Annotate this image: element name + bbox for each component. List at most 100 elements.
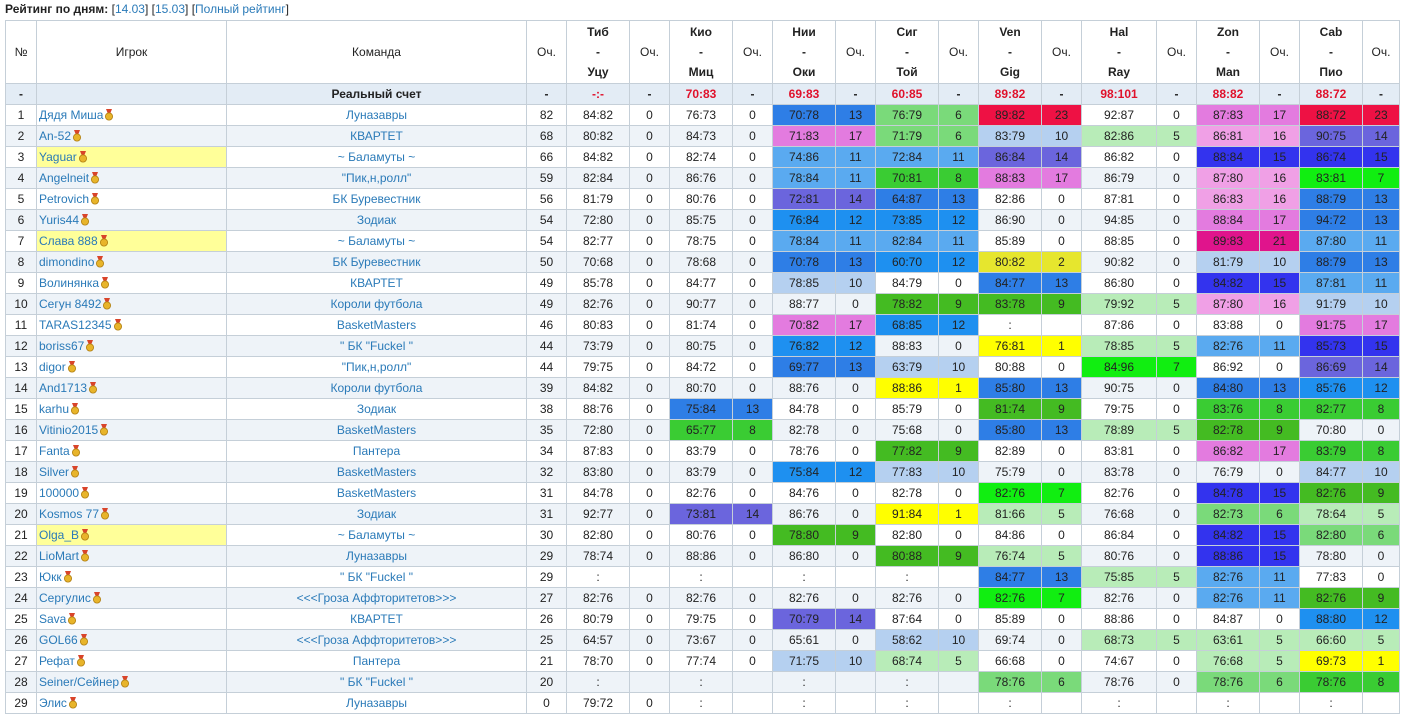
player-cell[interactable]: karhu	[36, 398, 227, 420]
team-name-link[interactable]: "Пик,н,ролл"	[226, 167, 527, 189]
player-name-link[interactable]: Волинянка	[39, 276, 99, 290]
player-name-link[interactable]: 100000	[39, 486, 79, 500]
player-name-link[interactable]: Petrovich	[39, 192, 89, 206]
player-name-link[interactable]: Yuris44	[39, 213, 79, 227]
team-name-link[interactable]: <<<Гроза Аффторитетов>>>	[226, 587, 527, 609]
team-name-link[interactable]: Зодиак	[226, 503, 527, 525]
team-name-link[interactable]: BasketMasters	[226, 461, 527, 483]
player-cell[interactable]: GOL66	[36, 629, 227, 651]
team-name-link[interactable]: " БК "Fuckel "	[226, 671, 527, 693]
player-cell[interactable]: Дядя Миша	[36, 104, 227, 126]
total-points: 30	[526, 524, 567, 546]
player-name-link[interactable]: Элис	[39, 696, 67, 710]
team-name-link[interactable]: ~ Баламуты ~	[226, 524, 527, 546]
player-name-link[interactable]: Kosmos 77	[39, 507, 99, 521]
player-name-link[interactable]: And1713	[39, 381, 87, 395]
player-name-link[interactable]: Vitinio2015	[39, 423, 98, 437]
player-cell[interactable]: Юкк	[36, 566, 227, 588]
player-cell[interactable]: Angelneit	[36, 167, 227, 189]
player-cell[interactable]: Волинянка	[36, 272, 227, 294]
player-cell[interactable]: Yuris44	[36, 209, 227, 231]
player-name-link[interactable]: Юкк	[39, 570, 62, 584]
player-cell[interactable]: 100000	[36, 482, 227, 504]
team-name-link[interactable]: КВАРТЕТ	[226, 125, 527, 147]
player-name-link[interactable]: karhu	[39, 402, 69, 416]
team-name-link[interactable]: Луназавры	[226, 104, 527, 126]
player-name-link[interactable]: TARAS12345	[39, 318, 112, 332]
total-points: 66	[526, 146, 567, 168]
player-cell[interactable]: And1713	[36, 377, 227, 399]
player-name-link[interactable]: Рефат	[39, 654, 75, 668]
player-name-link[interactable]: Seiner/Сейнер	[39, 675, 119, 689]
player-cell[interactable]: Yaguar	[36, 146, 227, 168]
player-name-link[interactable]: Дядя Миша	[39, 108, 103, 122]
prediction-score: 86:76	[669, 167, 733, 189]
player-name-link[interactable]: Сергулис	[39, 591, 91, 605]
player-name-link[interactable]: digor	[39, 360, 66, 374]
team-name-link[interactable]: БК Буревестник	[226, 251, 527, 273]
player-name-link[interactable]: Сегун 8492	[39, 297, 101, 311]
prediction-points: 0	[629, 524, 670, 546]
player-cell[interactable]: Fanta	[36, 440, 227, 462]
player-cell[interactable]: Kosmos 77	[36, 503, 227, 525]
day-link-14-03[interactable]: 14.03	[115, 2, 145, 16]
player-name-link[interactable]: boriss67	[39, 339, 84, 353]
player-cell[interactable]: Petrovich	[36, 188, 227, 210]
player-name-link[interactable]: Silver	[39, 465, 69, 479]
player-cell[interactable]: Olga_B	[36, 524, 227, 546]
medal-icon	[71, 403, 80, 415]
player-cell[interactable]: boriss67	[36, 335, 227, 357]
player-cell[interactable]: Vitinio2015	[36, 419, 227, 441]
player-cell[interactable]: Сегун 8492	[36, 293, 227, 315]
team-name-link[interactable]: Зодиак	[226, 209, 527, 231]
team-name-link[interactable]: Короли футбола	[226, 293, 527, 315]
player-cell[interactable]: TARAS12345	[36, 314, 227, 336]
prediction-score: 84:77	[978, 272, 1042, 294]
player-cell[interactable]: dimondino	[36, 251, 227, 273]
player-name-link[interactable]: LioMart	[39, 549, 79, 563]
team-name-link[interactable]: <<<Гроза Аффторитетов>>>	[226, 629, 527, 651]
player-cell[interactable]: Слава 888	[36, 230, 227, 252]
team-name-link[interactable]: Пантера	[226, 440, 527, 462]
team-name-link[interactable]: " БК "Fuckel "	[226, 335, 527, 357]
team-name-link[interactable]: Луназавры	[226, 692, 527, 714]
player-row: 25 Sava КВАРТЕТ 26 80:79 0 79:75 0 70:79 14 87:64 0…	[5, 608, 1400, 630]
team-name-link[interactable]: Луназавры	[226, 545, 527, 567]
player-name-link[interactable]: dimondino	[39, 255, 94, 269]
prediction-score: 92:87	[1081, 104, 1157, 126]
team-name-link[interactable]: КВАРТЕТ	[226, 608, 527, 630]
player-name-link[interactable]: Слава 888	[39, 234, 98, 248]
player-cell[interactable]: Sava	[36, 608, 227, 630]
player-name-link[interactable]: GOL66	[39, 633, 78, 647]
player-name-link[interactable]: Fanta	[39, 444, 70, 458]
player-cell[interactable]: Сергулис	[36, 587, 227, 609]
team-name-link[interactable]: Пантера	[226, 650, 527, 672]
team-name-link[interactable]: КВАРТЕТ	[226, 272, 527, 294]
team-name-link[interactable]: " БК "Fuckel "	[226, 566, 527, 588]
team-name-link[interactable]: Зодиак	[226, 398, 527, 420]
medal-icon	[92, 592, 101, 604]
player-cell[interactable]: An-52	[36, 125, 227, 147]
team-name-link[interactable]: "Пик,н,ролл"	[226, 356, 527, 378]
player-cell[interactable]: Элис	[36, 692, 227, 714]
player-cell[interactable]: digor	[36, 356, 227, 378]
full-rating-link[interactable]: Полный рейтинг	[195, 2, 286, 16]
day-link-15-03[interactable]: 15.03	[155, 2, 185, 16]
team-name-link[interactable]: BasketMasters	[226, 314, 527, 336]
player-cell[interactable]: Silver	[36, 461, 227, 483]
team-name-link[interactable]: BasketMasters	[226, 482, 527, 504]
player-cell[interactable]: LioMart	[36, 545, 227, 567]
team-name-link[interactable]: БК Буревестник	[226, 188, 527, 210]
team-name-link[interactable]: ~ Баламуты ~	[226, 230, 527, 252]
team-name-link[interactable]: ~ Баламуты ~	[226, 146, 527, 168]
player-name-link[interactable]: Olga_B	[39, 528, 79, 542]
team-name-link[interactable]: BasketMasters	[226, 419, 527, 441]
team-name-link[interactable]: Короли футбола	[226, 377, 527, 399]
player-name-link[interactable]: Angelneit	[39, 171, 89, 185]
player-cell[interactable]: Seiner/Сейнер	[36, 671, 227, 693]
player-name-link[interactable]: Sava	[39, 612, 66, 626]
player-name-link[interactable]: Yaguar	[39, 150, 77, 164]
player-name-link[interactable]: An-52	[39, 129, 71, 143]
prediction-score: 82:76	[1196, 335, 1260, 357]
player-cell[interactable]: Рефат	[36, 650, 227, 672]
